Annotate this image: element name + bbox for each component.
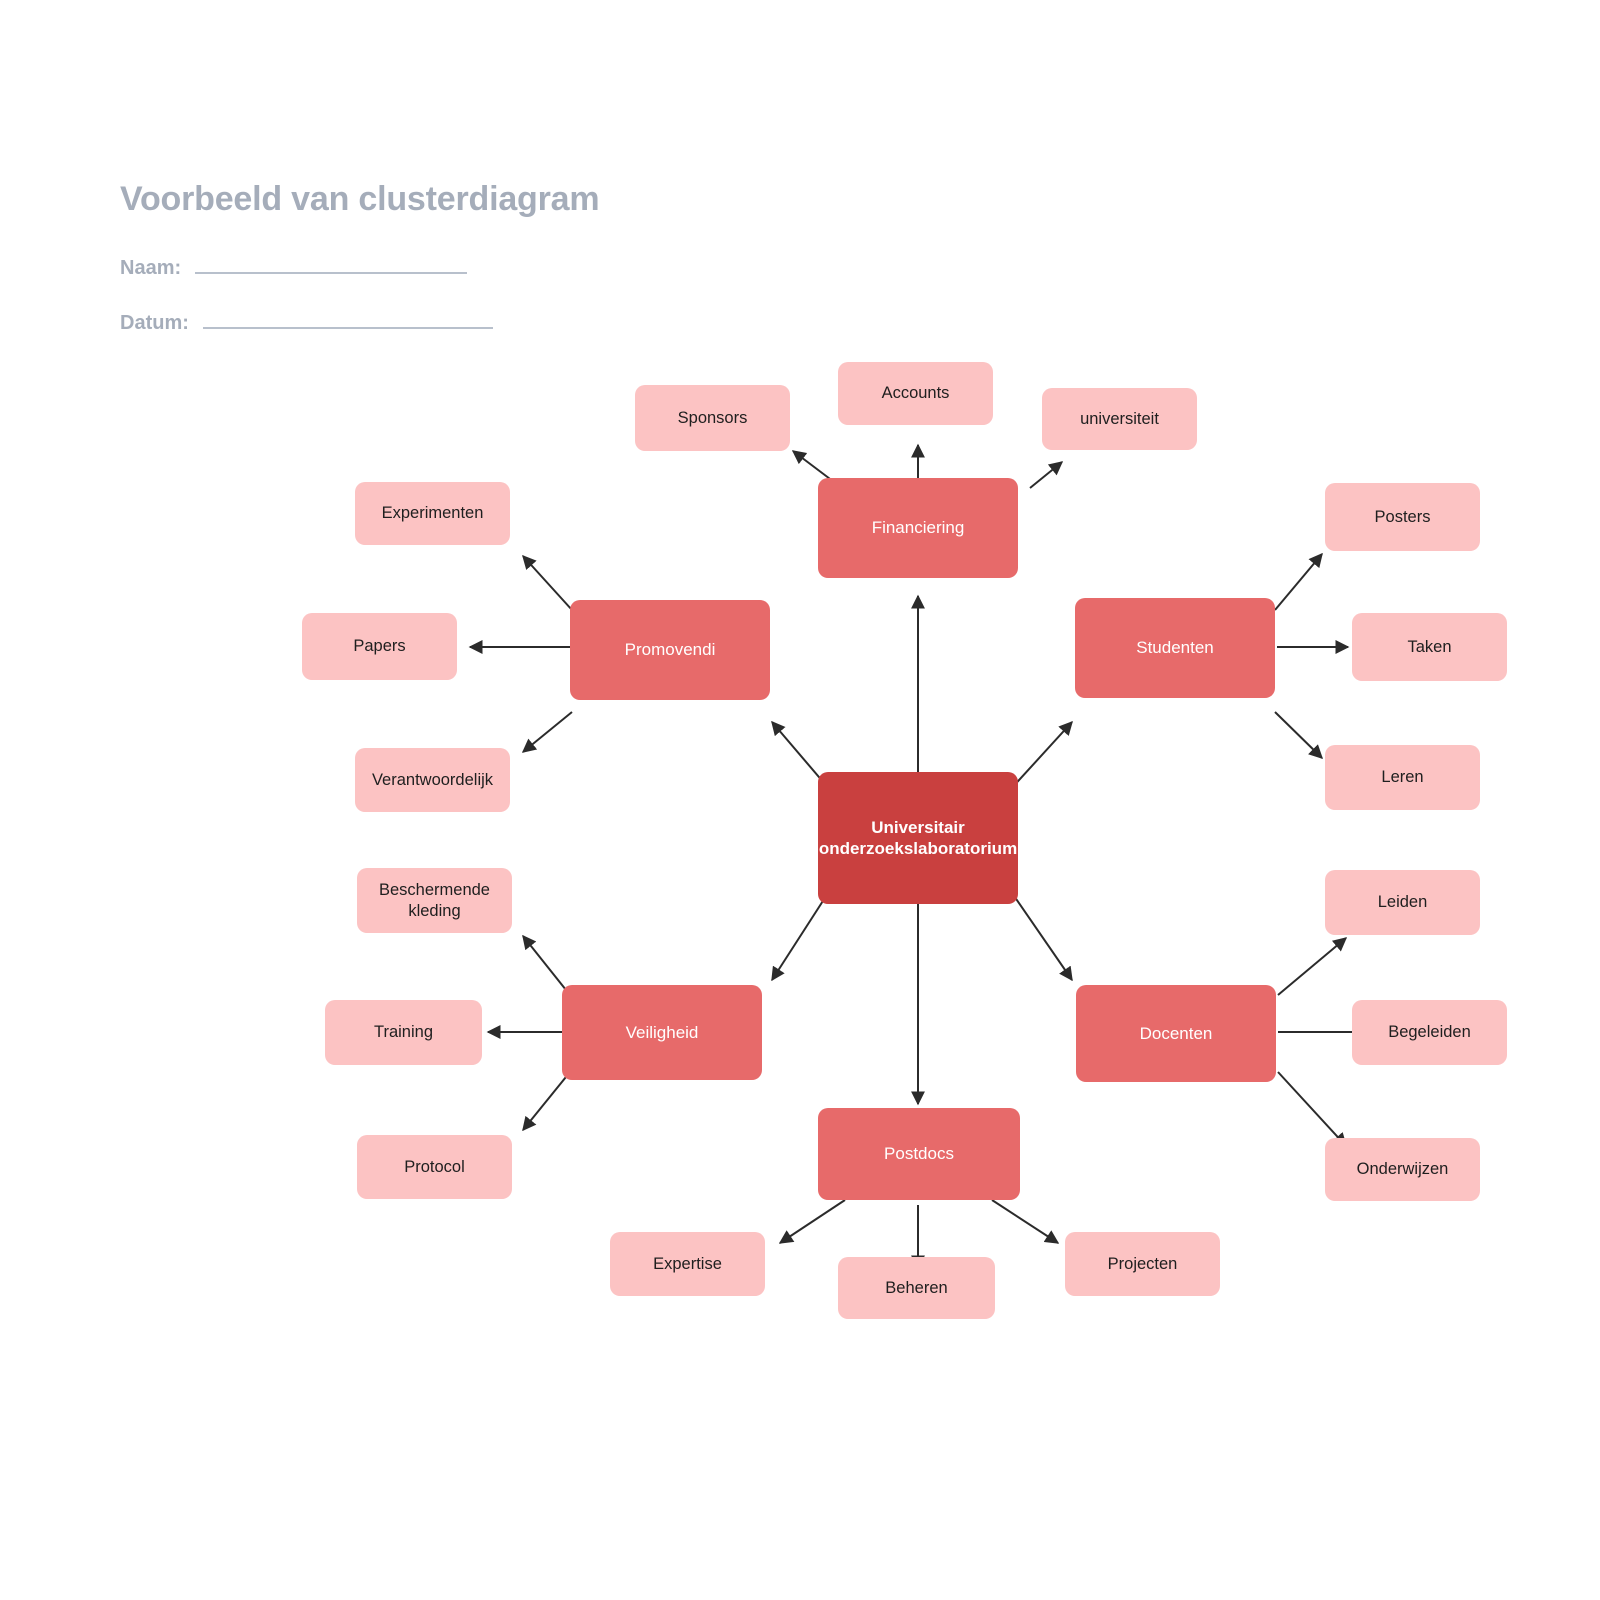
- node-leaf-training-label: Training: [374, 1023, 433, 1042]
- node-root-label: Universitair onderzoekslaboratorium: [818, 817, 1018, 858]
- node-leaf-projecten[interactable]: Projecten: [1065, 1232, 1220, 1296]
- node-leaf-sponsors[interactable]: Sponsors: [635, 385, 790, 451]
- node-leaf-verantwoordelijk[interactable]: Verantwoordelijk: [355, 748, 510, 812]
- node-leaf-training[interactable]: Training: [325, 1000, 482, 1065]
- date-field-label: Datum:: [120, 312, 189, 334]
- node-branch-postdocs-label: Postdocs: [884, 1144, 954, 1164]
- node-leaf-posters-label: Posters: [1374, 507, 1431, 526]
- node-leaf-accounts[interactable]: Accounts: [838, 362, 993, 425]
- node-leaf-universiteit[interactable]: universiteit: [1042, 388, 1197, 450]
- edge-root-docenten: [1009, 889, 1073, 982]
- edge-financiering-universiteit: [1029, 461, 1064, 489]
- node-leaf-papers[interactable]: Papers: [302, 613, 457, 680]
- node-branch-studenten-label: Studenten: [1136, 638, 1214, 658]
- node-leaf-taken-label: Taken: [1407, 637, 1452, 656]
- node-leaf-expertise[interactable]: Expertise: [610, 1232, 765, 1296]
- node-branch-veiligheid[interactable]: Veiligheid: [562, 985, 762, 1080]
- name-field-input[interactable]: [195, 271, 468, 274]
- node-leaf-taken[interactable]: Taken: [1352, 613, 1507, 681]
- worksheet-header: Voorbeeld van clusterdiagram Naam: Datum…: [120, 180, 600, 335]
- edge-docenten-onderwijzen: [1277, 1071, 1347, 1148]
- page-title: Voorbeeld van clusterdiagram: [120, 180, 600, 218]
- node-leaf-onderwijzen-label: Onderwijzen: [1356, 1160, 1449, 1179]
- node-leaf-leiden-label: Leiden: [1377, 893, 1428, 912]
- node-branch-veiligheid-label: Veiligheid: [625, 1022, 699, 1042]
- edge-root-studenten: [1009, 720, 1073, 791]
- node-branch-studenten[interactable]: Studenten: [1075, 598, 1275, 698]
- node-branch-promovendi[interactable]: Promovendi: [570, 600, 770, 700]
- node-root[interactable]: Universitair onderzoekslaboratorium: [818, 772, 1018, 904]
- edge-veiligheid-protocol: [522, 1071, 571, 1132]
- edge-promovendi-verantwoordelijk: [521, 711, 573, 753]
- node-leaf-expertise-label: Expertise: [653, 1254, 722, 1273]
- edge-postdocs-projecten: [991, 1199, 1060, 1244]
- node-leaf-leren-label: Leren: [1381, 768, 1424, 787]
- date-field-row: Datum:: [120, 312, 599, 335]
- edge-studenten-leren: [1274, 711, 1324, 759]
- node-branch-financiering[interactable]: Financiering: [818, 478, 1018, 578]
- node-leaf-leiden[interactable]: Leiden: [1325, 870, 1480, 935]
- edge-veiligheid-beschermende-kleding: [522, 934, 571, 996]
- node-leaf-universiteit-label: universiteit: [1080, 409, 1159, 428]
- node-leaf-sponsors-label: Sponsors: [677, 408, 748, 427]
- node-leaf-beheren[interactable]: Beheren: [838, 1257, 995, 1319]
- node-leaf-begeleiden-label: Begeleiden: [1388, 1023, 1471, 1042]
- node-leaf-leren[interactable]: Leren: [1325, 745, 1480, 810]
- node-branch-docenten-label: Docenten: [1139, 1023, 1213, 1043]
- edge-studenten-posters: [1274, 552, 1323, 611]
- edge-postdocs-expertise: [778, 1199, 846, 1244]
- date-field-input[interactable]: [202, 326, 493, 329]
- node-leaf-accounts-label: Accounts: [881, 384, 950, 403]
- node-leaf-beheren-label: Beheren: [885, 1278, 948, 1297]
- edge-root-veiligheid: [771, 889, 831, 982]
- edge-docenten-leiden: [1277, 937, 1348, 996]
- node-leaf-protocol-label: Protocol: [404, 1157, 465, 1176]
- node-branch-promovendi-label: Promovendi: [624, 640, 716, 660]
- node-branch-docenten[interactable]: Docenten: [1076, 985, 1276, 1082]
- node-leaf-begeleiden[interactable]: Begeleiden: [1352, 1000, 1507, 1065]
- node-leaf-projecten-label: Projecten: [1107, 1254, 1178, 1273]
- diagram-canvas: Voorbeeld van clusterdiagram Naam: Datum…: [0, 0, 1600, 1600]
- node-leaf-beschermende-kleding-label: Beschermende kleding: [379, 880, 490, 920]
- name-field-label: Naam:: [120, 257, 182, 279]
- node-branch-financiering-label: Financiering: [871, 518, 965, 538]
- node-leaf-beschermende-kleding[interactable]: Beschermende kleding: [357, 868, 512, 933]
- edge-promovendi-experimenten: [522, 554, 573, 611]
- node-leaf-experimenten-label: Experimenten: [381, 504, 484, 523]
- name-field-row: Naam:: [120, 257, 599, 280]
- node-leaf-verantwoordelijk-label: Verantwoordelijk: [371, 770, 494, 789]
- node-leaf-onderwijzen[interactable]: Onderwijzen: [1325, 1138, 1480, 1201]
- node-leaf-experimenten[interactable]: Experimenten: [355, 482, 510, 545]
- node-leaf-protocol[interactable]: Protocol: [357, 1135, 512, 1199]
- node-leaf-posters[interactable]: Posters: [1325, 483, 1480, 551]
- node-leaf-papers-label: Papers: [353, 637, 406, 656]
- node-branch-postdocs[interactable]: Postdocs: [818, 1108, 1020, 1200]
